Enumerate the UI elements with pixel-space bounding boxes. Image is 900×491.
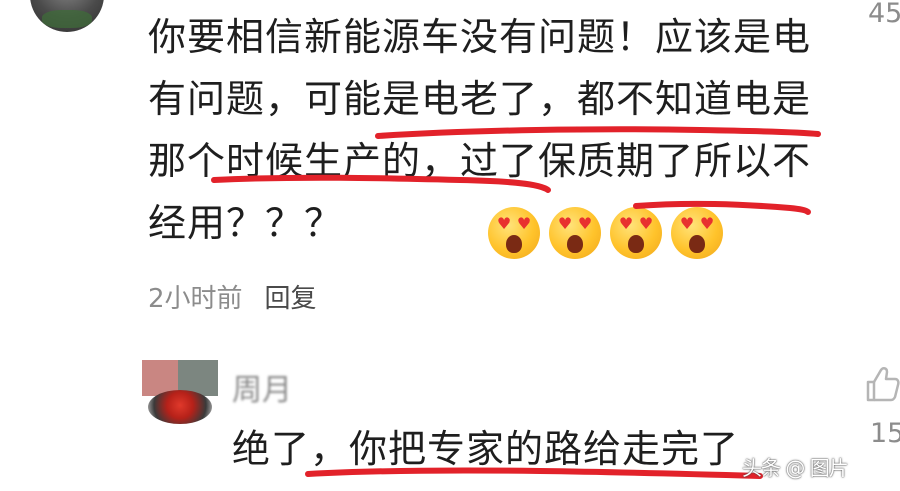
reply-text: 绝了，你把专家的路给走完了 [232,427,740,471]
reply-username[interactable]: 周月 [232,376,292,406]
thumbs-up-icon[interactable] [862,364,900,404]
like-count: 45 [868,0,900,29]
heart-eyes-emoji-icon: ♥ ♥ [671,207,723,259]
comment-section: 45 你要相信新能源车没有问题！应该是电有问题，可能是电老了，都不知道电是那个时… [0,0,900,491]
reply-avatar[interactable] [142,360,218,424]
heart-eyes-emoji-icon: ♥ ♥ [488,207,540,259]
comment-timestamp: 2小时前 [148,284,243,314]
heart-eyes-emoji-icon: ♥ ♥ [549,207,601,259]
comment-meta: 2小时前 回复 [148,278,317,315]
watermark: 头条 @ 图片 [742,456,849,480]
like-count: 15 [870,418,900,449]
reply-button[interactable]: 回复 [265,278,317,315]
heart-eyes-emoji-icon: ♥ ♥ [610,207,662,259]
commenter-avatar[interactable] [30,0,104,32]
emoji-row: ♥ ♥ ♥ ♥ ♥ ♥ ♥ ♥ [488,207,723,259]
